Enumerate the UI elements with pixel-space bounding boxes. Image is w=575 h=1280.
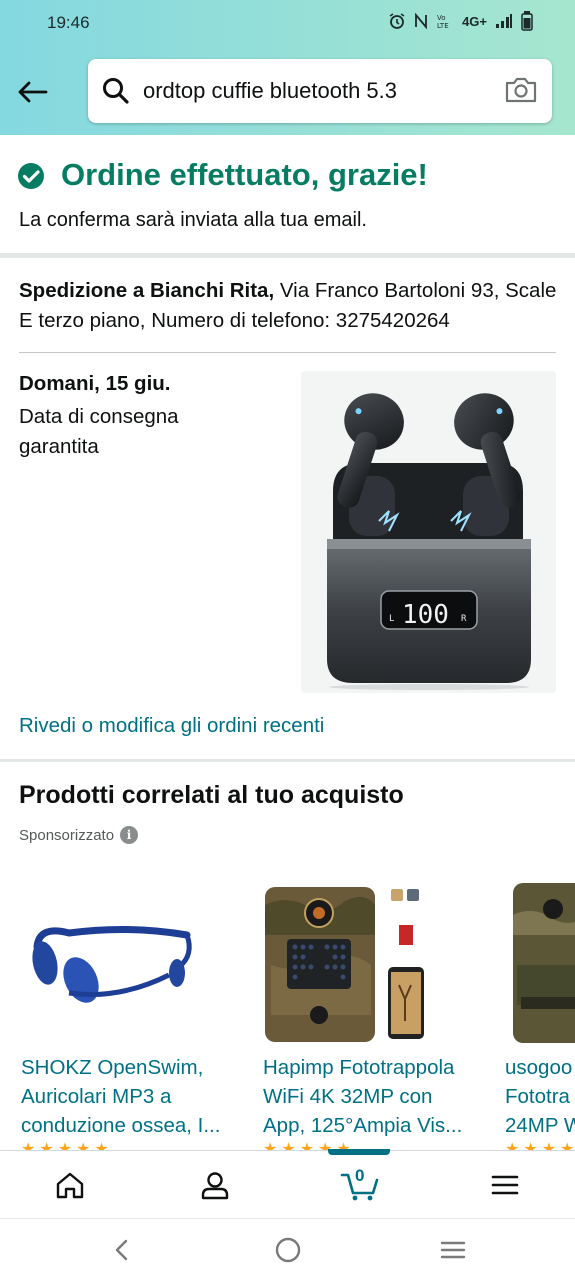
related-products-carousel[interactable]: SHOKZ OpenSwim, Auricolari MP3 a conduzi… (0, 870, 575, 1150)
nfc-icon (415, 13, 427, 29)
search-input[interactable]: ordtop cuffie bluetooth 5.3 (143, 78, 397, 104)
signal-icon (496, 14, 512, 28)
related-products-title: Prodotti correlati al tuo acquisto (19, 781, 404, 809)
nav-menu[interactable] (485, 1165, 525, 1205)
svg-text:L: L (389, 614, 394, 624)
section-divider (0, 759, 575, 762)
alarm-icon (389, 13, 405, 29)
system-back-button[interactable] (107, 1235, 137, 1265)
system-home-button[interactable] (273, 1235, 303, 1265)
chevron-left-icon (115, 1239, 128, 1261)
sponsored-label: Sponsorizzato i (19, 826, 139, 844)
status-time: 19:46 (47, 13, 90, 32)
divider (19, 352, 556, 353)
shipping-address: Spedizione a Bianchi Rita, Via Franco Ba… (19, 276, 564, 336)
home-icon (56, 1172, 84, 1199)
camera-icon[interactable] (504, 75, 538, 105)
arrow-left-icon (18, 81, 48, 103)
delivery-date: Domani, 15 giu. (19, 372, 171, 395)
confirmation-subtitle: La conferma sarà inviata alla tua email. (19, 209, 367, 231)
status-icons: Vo LTE 4G+ (388, 11, 533, 31)
product-card[interactable]: Hapimp Fototrappola WiFi 4K 32MP con App… (261, 870, 491, 1150)
product-title[interactable]: Hapimp Fototrappola WiFi 4K 32MP con App… (263, 1053, 493, 1140)
check-circle-icon (18, 163, 44, 189)
svg-text:LTE: LTE (437, 22, 449, 30)
product-card[interactable]: SHOKZ OpenSwim, Auricolari MP3 a conduzi… (19, 870, 249, 1150)
back-button[interactable] (14, 74, 50, 110)
nav-home[interactable] (50, 1165, 90, 1205)
section-divider (0, 253, 575, 258)
volte-icon: VoLTE (437, 14, 449, 30)
search-icon (103, 78, 129, 104)
headphones-image (32, 925, 192, 1003)
hamburger-icon (491, 1175, 519, 1195)
ordered-product-image[interactable]: L 100 R (301, 371, 556, 693)
rating-stars: ★★★★★ (21, 1141, 113, 1150)
nav-account[interactable] (195, 1165, 235, 1205)
network-type: 4G+ (462, 13, 487, 29)
status-bar: 19:46 Vo LTE 4G+ (0, 0, 575, 48)
product-title[interactable]: SHOKZ OpenSwim, Auricolari MP3 a conduzi… (21, 1053, 251, 1140)
user-icon (201, 1172, 229, 1200)
circle-icon (275, 1237, 301, 1263)
app-header: 19:46 Vo LTE 4G+ ordtop cuffie bluetooth … (0, 0, 575, 135)
order-confirmation: Ordine effettuato, grazie! La conferma s… (0, 135, 575, 253)
sponsored-text: Sponsorizzato (19, 826, 115, 844)
rating-stars: ★★★★★ (505, 1141, 575, 1150)
delivery-note: Data di consegna garantita (19, 405, 179, 458)
search-bar[interactable]: ordtop cuffie bluetooth 5.3 (88, 59, 552, 123)
battery-icon (521, 11, 533, 31)
info-icon[interactable]: i (120, 826, 139, 844)
recents-icon (440, 1241, 466, 1259)
earbuds-image: L 100 R (301, 371, 556, 693)
trail-camera-image (513, 883, 575, 1043)
trail-camera-image (265, 887, 424, 1042)
system-navigation-bar (0, 1218, 575, 1280)
product-card[interactable]: usogoo Fototra 24MP W ★★★★★ (503, 870, 575, 1150)
product-title[interactable]: usogoo Fototra 24MP W (505, 1053, 575, 1140)
svg-text:R: R (461, 614, 467, 624)
active-tab-indicator (328, 1149, 390, 1155)
svg-text:Vo: Vo (437, 14, 446, 22)
cart-count-badge: 0 (355, 1166, 365, 1185)
system-recents-button[interactable] (438, 1235, 468, 1265)
shipping-label: Spedizione a Bianchi Rita, (19, 279, 275, 302)
confirmation-title: Ordine effettuato, grazie! (61, 157, 428, 192)
recent-orders-link[interactable]: Rivedi o modifica gli ordini recenti (19, 714, 324, 738)
battery-display: 100 (402, 600, 449, 630)
bottom-navigation (0, 1149, 575, 1218)
